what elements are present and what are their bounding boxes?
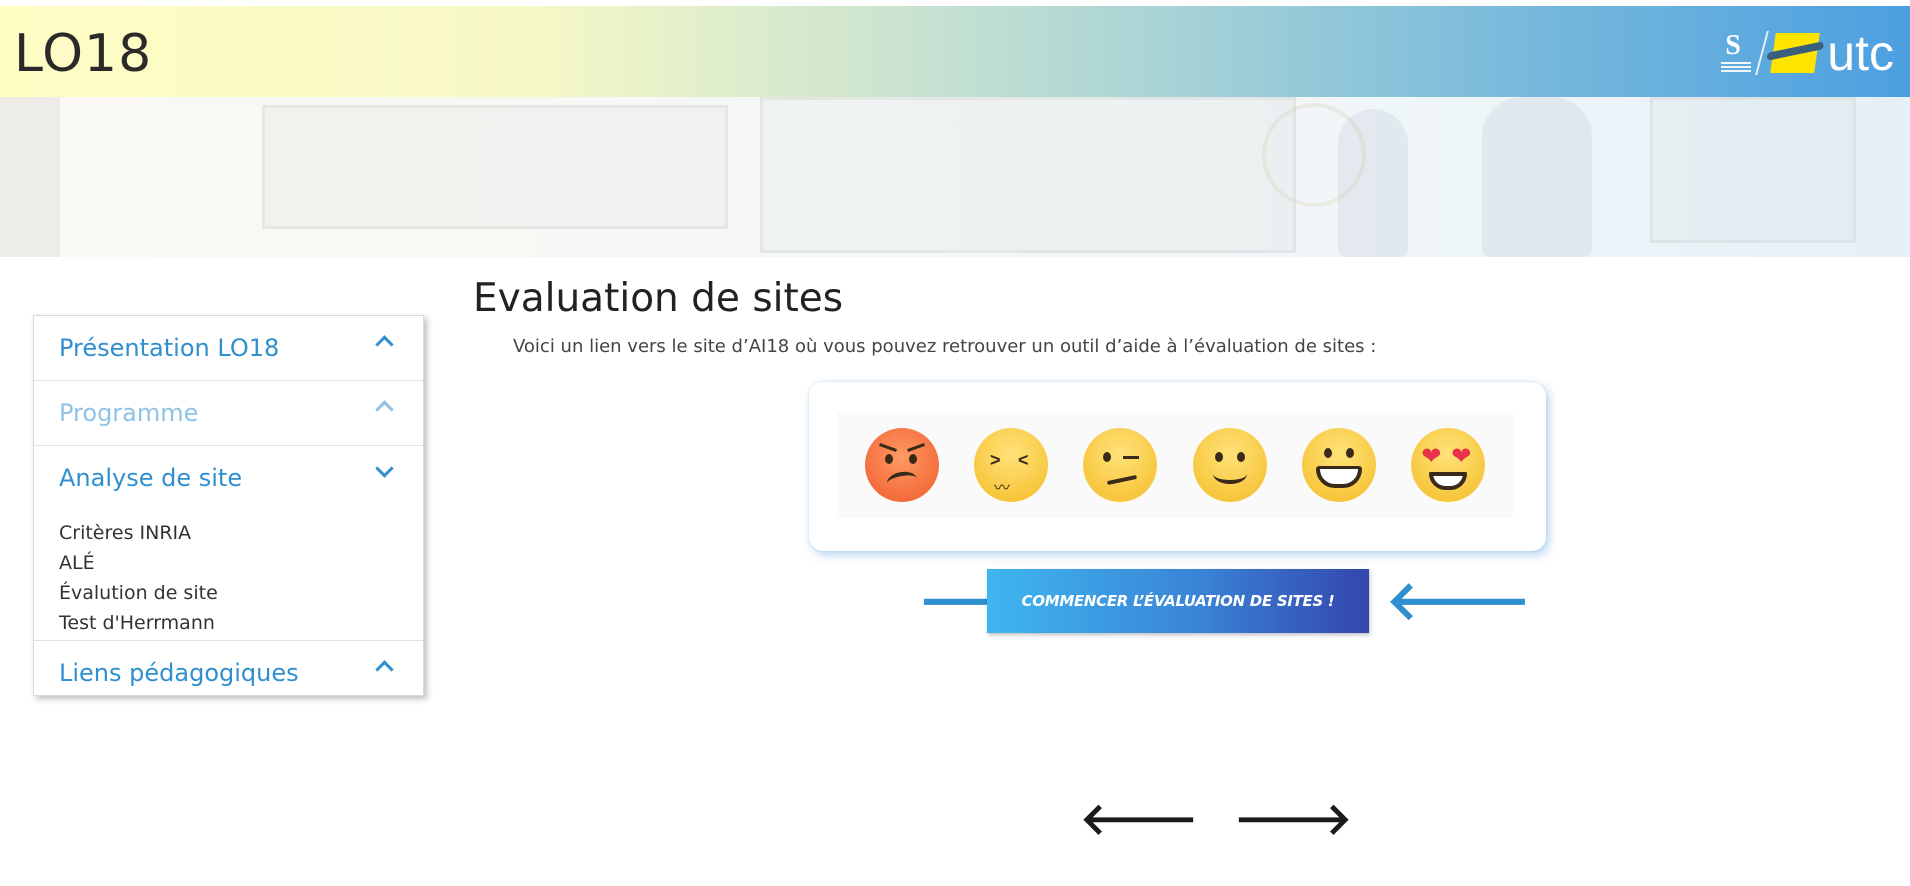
sidebar-item-label: Liens pédagogiques bbox=[59, 659, 299, 687]
grinning-face-icon bbox=[1301, 428, 1376, 502]
chevron-up-icon[interactable] bbox=[375, 400, 394, 419]
banner-image bbox=[0, 97, 1910, 257]
submenu-link-test-herrmann[interactable]: Test d'Herrmann bbox=[59, 608, 423, 638]
chevron-down-icon[interactable] bbox=[375, 459, 394, 478]
page-title: Evaluation de sites bbox=[473, 276, 844, 321]
site-header: LO18 S utc bbox=[0, 6, 1910, 97]
sidebar-item-presentation[interactable]: Présentation LO18 bbox=[34, 316, 423, 381]
start-evaluation-button[interactable]: COMMENCER L’ÉVALUATION DE SITES ! bbox=[987, 569, 1369, 633]
chevron-up-icon[interactable] bbox=[375, 660, 394, 679]
submenu-link-evaluation-site[interactable]: Évalution de site bbox=[59, 578, 423, 608]
utc-logo-text: utc bbox=[1827, 25, 1894, 81]
sidebar-item-liens[interactable]: Liens pédagogiques bbox=[34, 641, 423, 705]
angry-face-icon bbox=[864, 428, 939, 502]
analyse-submenu: Critères INRIA ALÉ Évalution de site Tes… bbox=[34, 510, 423, 641]
sidebar-item-programme[interactable]: Programme bbox=[34, 381, 423, 446]
submenu-link-criteres-inria[interactable]: Critères INRIA bbox=[59, 518, 423, 548]
utc-logo[interactable]: S utc bbox=[1721, 24, 1894, 82]
sidebar-accordion: Présentation LO18 Programme Analyse de s… bbox=[33, 315, 424, 696]
emoji-strip: > < 〰 ❤ ❤ bbox=[837, 412, 1513, 518]
sidebar-item-label: Analyse de site bbox=[59, 464, 243, 492]
arrow-left-icon: 🡐 bbox=[1386, 569, 1531, 632]
chevron-up-icon[interactable] bbox=[375, 335, 394, 354]
alliance-mark: S bbox=[1725, 30, 1741, 61]
submenu-link-ale[interactable]: ALÉ bbox=[59, 548, 423, 578]
site-title[interactable]: LO18 bbox=[14, 24, 152, 84]
confounded-face-icon: > < 〰 bbox=[973, 428, 1048, 502]
previous-page-arrow-icon[interactable]: 🡐 bbox=[1080, 798, 1198, 842]
alliance-sorbonne-logo: S bbox=[1721, 30, 1752, 76]
intro-text: Voici un lien vers le site d’AI18 où vou… bbox=[513, 336, 1377, 357]
confused-face-icon bbox=[1083, 428, 1158, 502]
next-page-arrow-icon[interactable]: 🡒 bbox=[1234, 798, 1352, 842]
heart-eyes-icon: ❤ ❤ bbox=[1411, 428, 1486, 502]
slight-smile-icon bbox=[1192, 428, 1267, 502]
emoji-rating-card: > < 〰 ❤ ❤ bbox=[809, 382, 1546, 551]
sidebar-item-analyse[interactable]: Analyse de site bbox=[34, 446, 423, 510]
utc-logo-icon bbox=[1770, 33, 1821, 73]
sidebar-item-label: Programme bbox=[59, 399, 199, 427]
sidebar-item-label: Présentation LO18 bbox=[59, 334, 280, 362]
